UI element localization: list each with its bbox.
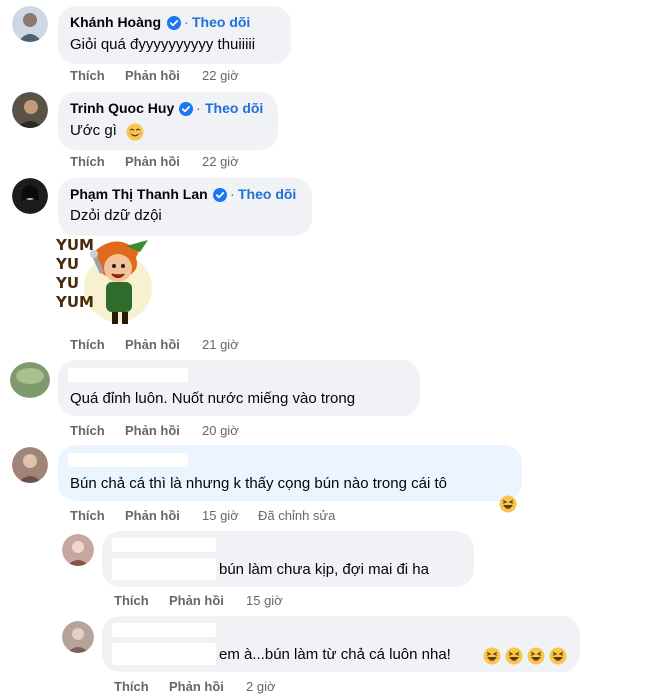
avatar-photo-icon — [62, 534, 94, 566]
comment-timestamp[interactable]: 22 giờ — [202, 154, 239, 169]
reply-button[interactable]: Phản hồi — [169, 593, 224, 608]
grinning-squinting-face-icon — [549, 647, 567, 665]
redacted-author-name — [112, 538, 216, 552]
comment-timestamp[interactable]: 22 giờ — [202, 68, 239, 83]
redacted-author-name — [112, 623, 216, 637]
comment-author[interactable]: Khánh Hoàng — [70, 14, 161, 30]
reply-timestamp[interactable]: 2 giờ — [246, 679, 276, 694]
separator-dot: · — [196, 100, 201, 116]
comment-text: Ước gì — [70, 122, 117, 139]
like-button[interactable]: Thích — [70, 68, 105, 83]
like-button[interactable]: Thích — [114, 593, 149, 608]
like-button[interactable]: Thích — [114, 679, 149, 694]
smiling-face-icon — [126, 123, 144, 141]
grinning-squinting-face-icon — [527, 647, 545, 665]
reply-timestamp[interactable]: 15 giờ — [246, 593, 283, 608]
sticker-caption: YUM YU YU YUM — [56, 236, 96, 312]
reply-text: em à...bún làm từ chả cá luôn nha! — [219, 646, 451, 663]
avatar[interactable] — [12, 92, 48, 128]
avatar[interactable] — [62, 534, 94, 566]
follow-button[interactable]: Theo dõi — [192, 14, 250, 30]
verified-badge-icon — [179, 102, 193, 116]
reply-button[interactable]: Phản hồi — [125, 508, 180, 523]
separator-dot: · — [230, 186, 235, 202]
comment-text: Bún chả cá thì là nhưng k thấy cọng bún … — [70, 475, 447, 492]
follow-button[interactable]: Theo dõi — [205, 100, 263, 116]
like-button[interactable]: Thích — [70, 337, 105, 352]
yum-sticker[interactable]: YUM YU YU YUM — [56, 236, 152, 328]
redacted-mention — [112, 643, 216, 665]
redacted-author-name — [68, 453, 188, 467]
reply-button[interactable]: Phản hồi — [125, 154, 180, 169]
avatar-photo-icon — [10, 362, 50, 398]
like-button[interactable]: Thích — [70, 423, 105, 438]
comment-timestamp[interactable]: 20 giờ — [202, 423, 239, 438]
avatar[interactable] — [12, 6, 48, 42]
edited-label: Đã chỉnh sửa — [258, 508, 336, 523]
redacted-author-name — [68, 368, 188, 382]
comment-text: Quá đỉnh luôn. Nuốt nước miếng vào trong — [70, 390, 356, 407]
redacted-mention — [112, 558, 216, 580]
avatar-photo-icon — [12, 447, 48, 483]
comment-timestamp[interactable]: 15 giờ — [202, 508, 239, 523]
sticker-caption-line: YU — [56, 255, 80, 273]
grinning-squinting-face-icon — [499, 495, 517, 513]
avatar-photo-icon — [12, 178, 48, 214]
verified-badge-icon — [213, 188, 227, 202]
reply-button[interactable]: Phản hồi — [125, 68, 180, 83]
avatar[interactable] — [62, 621, 94, 653]
comment-text: Dzỏi dzữ dzội — [70, 207, 162, 224]
comment-author[interactable]: Trinh Quoc Huy — [70, 100, 174, 116]
separator-dot: · — [184, 14, 189, 30]
reply-button[interactable]: Phản hồi — [125, 423, 180, 438]
sticker-caption-line: YUM — [56, 293, 94, 311]
grinning-squinting-face-icon — [505, 647, 523, 665]
like-button[interactable]: Thích — [70, 508, 105, 523]
avatar[interactable] — [10, 362, 50, 398]
verified-badge-icon — [167, 16, 181, 30]
avatar[interactable] — [12, 447, 48, 483]
comment-text: Giỏi quá đyyyyyyyyyy thuiiiii — [70, 36, 256, 53]
reply-button[interactable]: Phản hồi — [169, 679, 224, 694]
avatar-photo-icon — [12, 92, 48, 128]
sticker-caption-line: YU — [56, 274, 80, 292]
follow-button[interactable]: Theo dõi — [238, 186, 296, 202]
avatar[interactable] — [12, 178, 48, 214]
grinning-squinting-face-icon — [483, 647, 501, 665]
sticker-caption-line: YUM — [56, 236, 94, 254]
avatar-photo-icon — [12, 6, 48, 42]
reply-text: bún làm chưa kịp, đợi mai đi ha — [219, 561, 429, 578]
comment-author[interactable]: Phạm Thị Thanh Lan — [70, 186, 208, 202]
reply-button[interactable]: Phản hồi — [125, 337, 180, 352]
like-button[interactable]: Thích — [70, 154, 105, 169]
avatar-photo-icon — [62, 621, 94, 653]
comment-timestamp[interactable]: 21 giờ — [202, 337, 239, 352]
